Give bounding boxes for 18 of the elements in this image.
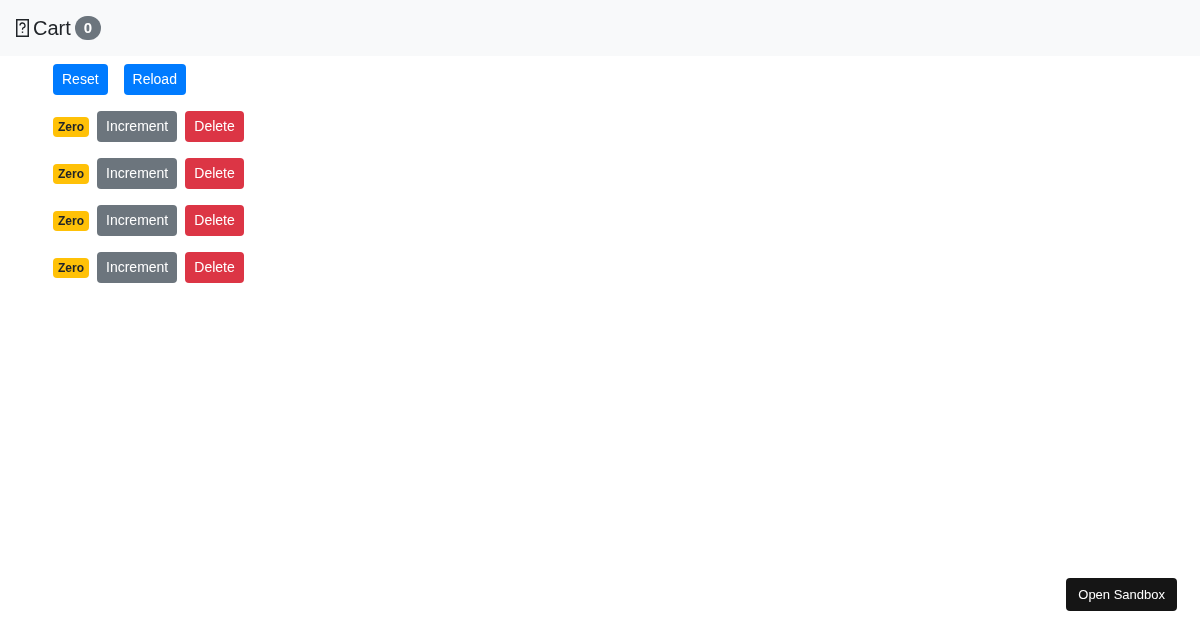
count-badge: 0 (74, 15, 102, 41)
increment-button[interactable]: Increment (97, 158, 178, 189)
open-sandbox-button[interactable]: Open Sandbox (1066, 578, 1177, 611)
value-badge: Zero (53, 210, 89, 231)
missing-glyph-icon (16, 19, 29, 37)
toolbar-button[interactable]: Reset (53, 64, 108, 95)
increment-button[interactable]: Increment (97, 111, 178, 142)
value-badge: Zero (53, 116, 89, 137)
delete-button[interactable]: Delete (185, 111, 244, 142)
value-badge: Zero (53, 163, 89, 184)
delete-button[interactable]: Delete (185, 252, 244, 283)
delete-button[interactable]: Delete (185, 158, 244, 189)
delete-button[interactable]: Delete (185, 205, 244, 236)
toolbar-button[interactable]: Reload (123, 64, 186, 95)
value-badge: Zero (53, 257, 89, 278)
navbar-title: Cart (33, 16, 71, 41)
increment-button[interactable]: Increment (97, 205, 178, 236)
increment-button[interactable]: Increment (97, 252, 178, 283)
